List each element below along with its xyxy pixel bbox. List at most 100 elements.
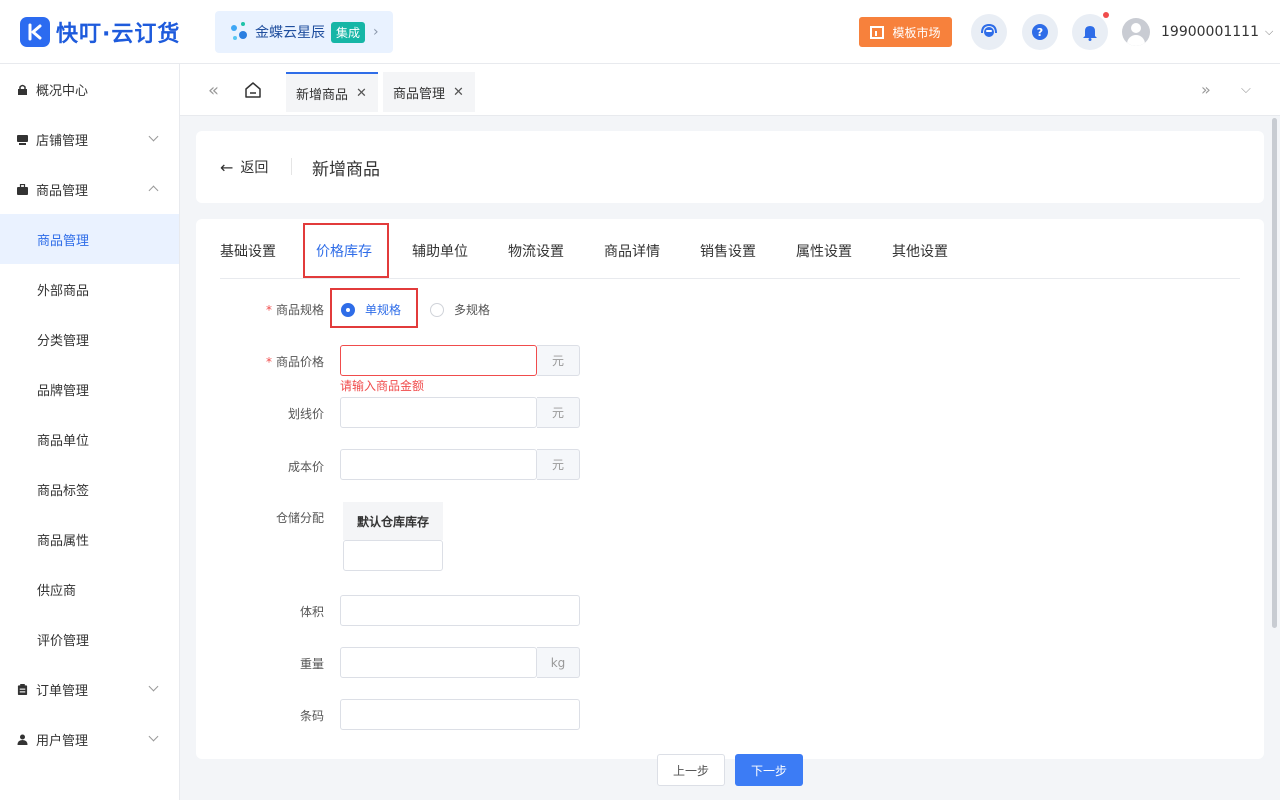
double-right-icon[interactable]: » [1201,80,1211,99]
chevron-down-icon [148,731,159,742]
lock-icon [18,84,27,95]
radio-multi-spec[interactable]: 多规格 [430,301,490,318]
sidebar-group-label: 店铺管理 [36,133,89,149]
sidebar-item-supplier[interactable]: 供应商 [0,564,179,614]
sidebar-group-order[interactable]: 订单管理 [0,664,179,714]
tab-aux-unit[interactable]: 辅助单位 [412,241,468,261]
chevron-down-icon[interactable]: ⌵ [1241,82,1251,97]
warehouse-column-header: 默认仓库库存 [343,502,443,540]
help-icon: ? [1032,24,1048,40]
spec-label: * 商品规格 [265,303,324,317]
avatar [1122,18,1150,46]
home-icon[interactable] [244,81,262,99]
sidebar-item-tag[interactable]: 商品标签 [0,464,179,514]
clipboard-icon [17,683,28,695]
cost-input[interactable] [340,449,537,480]
tab-other[interactable]: 其他设置 [892,241,948,261]
sidebar-group-label: 概况中心 [36,83,89,99]
warehouse-stock-input[interactable] [343,540,443,571]
user-icon [17,734,28,745]
template-market-label: 模板市场 [892,25,941,40]
sidebar-item-external-goods[interactable]: 外部商品 [0,264,179,314]
arrow-left-icon: ← [220,157,234,177]
kingdee-icon [229,21,251,43]
price-input[interactable] [340,345,537,376]
tab-goods-manage[interactable]: 商品管理 ✕ [383,72,475,112]
strike-price-label: 划线价 [287,407,324,421]
back-button[interactable]: ← 返回 [220,157,268,177]
sidebar-group-user[interactable]: 用户管理 [0,714,179,764]
sidebar-item-unit[interactable]: 商品单位 [0,414,179,464]
barcode-input[interactable] [340,699,580,730]
sidebar-group-overview[interactable]: 概况中心 [0,64,179,114]
sidebar-item-goods-manage[interactable]: 商品管理 [0,214,179,264]
app-logo[interactable]: 快叮·云订货 [20,16,180,48]
weight-unit: kg [537,647,580,678]
sidebar: 概况中心 店铺管理 商品管理 商品管理 外部商品 分类管理 品牌管理 商品单位 … [0,64,180,800]
radio-unchecked-icon [430,302,444,317]
sidebar-group-store[interactable]: 店铺管理 [0,114,179,164]
sidebar-group-goods[interactable]: 商品管理 [0,164,179,214]
help-button[interactable]: ? [1022,14,1058,50]
cost-label: 成本价 [287,460,324,474]
barcode-label: 条码 [299,709,324,723]
username: 19900001111 [1161,24,1259,40]
bell-icon [1083,26,1097,41]
volume-input[interactable] [340,595,580,626]
tab-label: 新增商品 [296,87,349,103]
top-header: 快叮·云订货 金蝶云星辰 集成 › 模板市场 ? 19900001111 ⌵ [0,0,1280,64]
integration-badge[interactable]: 金蝶云星辰 集成 › [215,11,393,53]
scrollbar[interactable] [1272,118,1277,628]
sidebar-item-category[interactable]: 分类管理 [0,314,179,364]
sidebar-item-attribute[interactable]: 商品属性 [0,514,179,564]
sidebar-item-review[interactable]: 评价管理 [0,614,179,664]
tab-logistics[interactable]: 物流设置 [508,241,564,261]
form-card: 基础设置 价格库存 辅助单位 物流设置 商品详情 销售设置 属性设置 其他设置 … [196,219,1264,759]
prev-step-button[interactable]: 上一步 [657,754,725,786]
strike-price-input[interactable] [340,397,537,428]
notification-dot [1103,12,1109,18]
next-step-button[interactable]: 下一步 [735,754,803,786]
integration-tag: 集成 [331,21,366,43]
cost-unit: 元 [537,449,580,480]
highlight-box [330,288,418,328]
template-icon [870,25,885,39]
page-tab-bar: « 新增商品 ✕ 商品管理 ✕ » ⌵ [180,64,1280,116]
svg-text:?: ? [1037,26,1043,39]
user-menu[interactable]: 19900001111 ⌵ [1122,18,1273,46]
tab-add-goods[interactable]: 新增商品 ✕ [286,72,378,112]
sidebar-group-label: 订单管理 [36,683,89,699]
divider [291,158,292,175]
chevron-down-icon: ⌵ [1264,25,1274,38]
close-icon[interactable]: ✕ [356,86,367,101]
briefcase-icon [17,183,28,195]
store-icon [17,134,28,145]
page-header-card: ← 返回 新增商品 [196,131,1264,203]
sidebar-item-brand[interactable]: 品牌管理 [0,364,179,414]
page-title: 新增商品 [312,160,380,180]
price-label: * 商品价格 [265,355,324,369]
notification-button[interactable] [1072,14,1108,50]
weight-label: 重量 [299,657,324,671]
weight-input[interactable] [340,647,537,678]
close-icon[interactable]: ✕ [453,85,464,100]
price-unit: 元 [537,345,580,376]
tab-attribute[interactable]: 属性设置 [796,241,852,261]
warehouse-label: 仓储分配 [275,511,324,525]
service-button[interactable] [971,14,1007,50]
strike-price-unit: 元 [537,397,580,428]
back-label: 返回 [240,160,269,176]
tab-sales[interactable]: 销售设置 [700,241,756,261]
tab-label: 商品管理 [393,86,446,102]
template-market-button[interactable]: 模板市场 [859,17,952,47]
price-error: 请输入商品金额 [340,379,425,393]
customer-service-icon [981,23,997,37]
volume-label: 体积 [299,605,324,619]
tab-detail[interactable]: 商品详情 [604,241,660,261]
sidebar-group-label: 商品管理 [36,183,89,199]
double-left-icon[interactable]: « [208,80,219,101]
integration-name: 金蝶云星辰 [255,25,325,41]
logo-icon [20,17,50,47]
tab-basic[interactable]: 基础设置 [220,241,276,261]
chevron-right-icon: › [373,24,379,40]
